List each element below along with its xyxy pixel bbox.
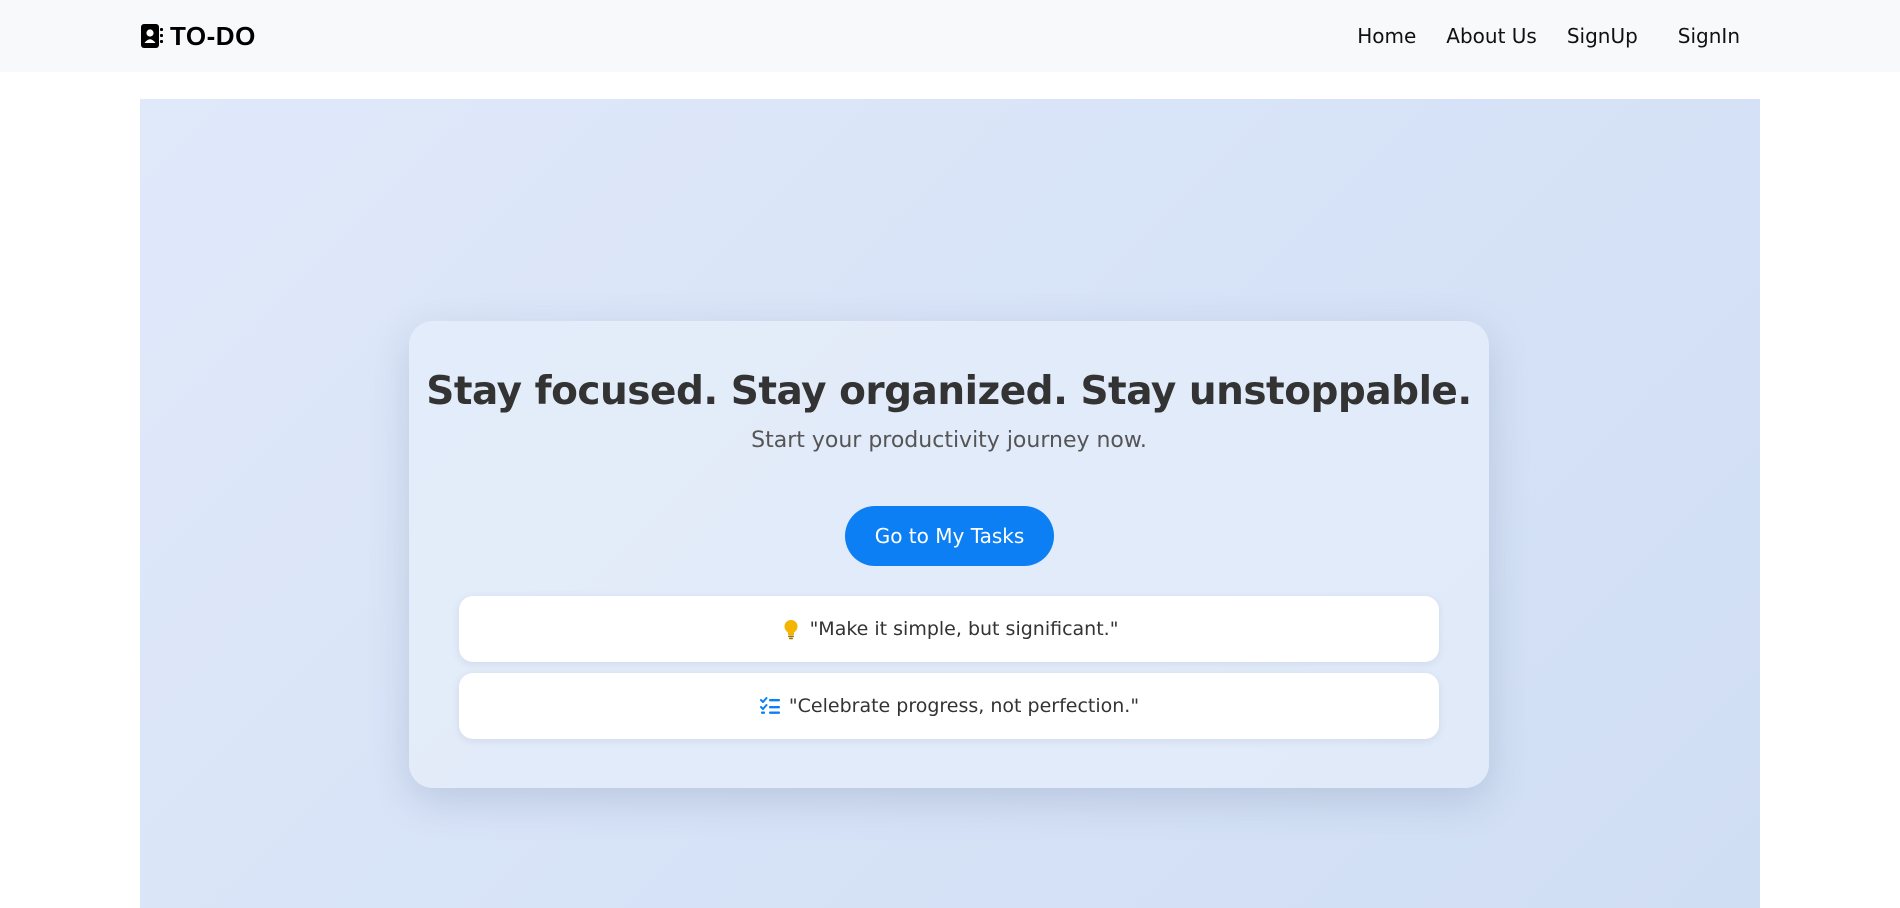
nav-signin-link[interactable]: SignIn [1678, 24, 1740, 48]
checklist-icon [759, 695, 781, 717]
quote-card: "Celebrate progress, not perfection." [459, 673, 1439, 739]
quote-card: "Make it simple, but significant." [459, 596, 1439, 662]
hero-card: Stay focused. Stay organized. Stay unsto… [409, 321, 1489, 788]
hero-section: Stay focused. Stay organized. Stay unsto… [140, 99, 1760, 908]
nav-about-link[interactable]: About Us [1446, 24, 1537, 48]
quote-text: "Celebrate progress, not perfection." [788, 695, 1140, 717]
navbar: TO-DO Home About Us SignUp SignIn [0, 0, 1900, 72]
lightbulb-icon [780, 618, 802, 640]
hero-subheadline: Start your productivity journey now. [751, 428, 1147, 453]
go-to-tasks-button[interactable]: Go to My Tasks [845, 506, 1054, 566]
nav-links: Home About Us SignUp SignIn [1327, 20, 1740, 52]
nav-home-link[interactable]: Home [1357, 24, 1416, 48]
quote-text: "Make it simple, but significant." [809, 618, 1119, 640]
brand-name: TO-DO [170, 20, 256, 51]
address-book-icon [140, 22, 164, 50]
nav-signup-link[interactable]: SignUp [1567, 24, 1638, 48]
hero-headline: Stay focused. Stay organized. Stay unsto… [426, 369, 1472, 414]
brand-link[interactable]: TO-DO [140, 20, 256, 52]
